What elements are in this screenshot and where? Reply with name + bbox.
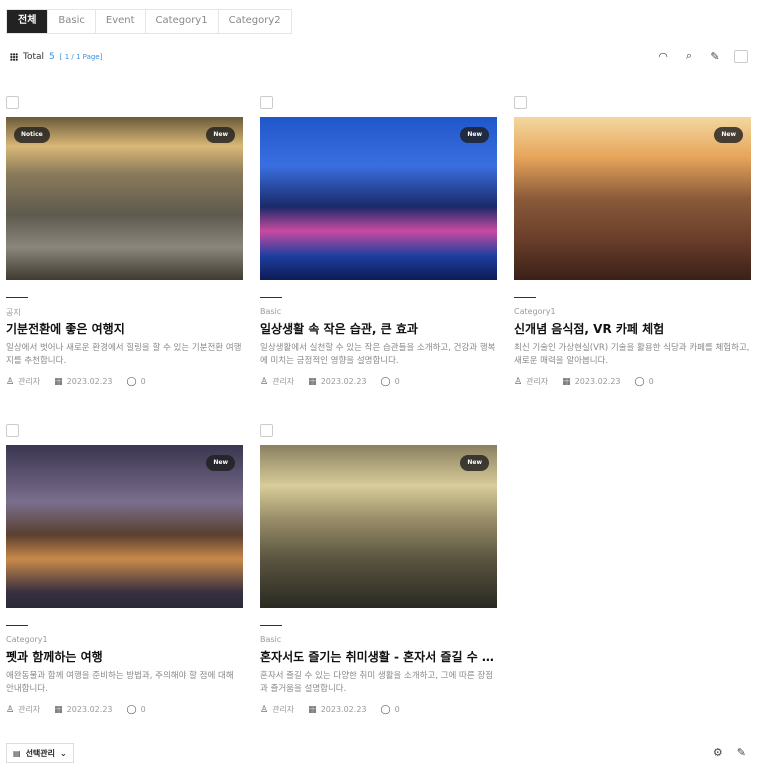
calendar-icon: ▦	[54, 376, 63, 387]
post-thumbnail[interactable]: Notice New	[6, 117, 243, 280]
post-thumbnail[interactable]: New	[6, 445, 243, 608]
post-author: 관리자	[272, 377, 295, 386]
list-icon: ▤	[13, 748, 21, 758]
select-manage-label: 선택관리	[25, 748, 56, 758]
post-meta: ♙ 관리자 ▦ 2023.02.23 ◯ 0	[260, 376, 400, 387]
tab-category2[interactable]: Category2	[217, 10, 291, 33]
post-description: 최신 기술인 가상현실(VR) 기술을 활용한 식당과 카페를 체험하고, 새로…	[514, 343, 750, 366]
user-icon: ♙	[260, 704, 269, 715]
post-date: 2023.02.23	[320, 377, 367, 386]
post-title[interactable]: 기분전환에 좋은 여행지	[6, 320, 243, 337]
write-icon[interactable]: ✎	[737, 746, 746, 759]
post-description: 일상생활에서 실천할 수 있는 작은 습관들을 소개하고, 건강과 행복에 미치…	[260, 343, 496, 366]
comment-icon: ◯	[380, 376, 391, 387]
select-all-checkbox[interactable]	[734, 49, 748, 63]
comment-icon: ◯	[634, 376, 645, 387]
post-meta: ♙ 관리자 ▦ 2023.02.23 ◯ 0	[260, 704, 400, 715]
post-thumbnail[interactable]: New	[514, 117, 751, 280]
user-icon: ♙	[260, 376, 269, 387]
post-author: 관리자	[272, 705, 295, 714]
calendar-icon: ▦	[54, 704, 63, 715]
tab-all[interactable]: 전체	[7, 10, 48, 33]
post-date: 2023.02.23	[574, 377, 621, 386]
gear-icon[interactable]: ⚙	[713, 746, 723, 759]
new-badge: New	[460, 127, 489, 143]
post-description: 혼자서 즐길 수 있는 다양한 취미 생활을 소개하고, 그에 따른 장점과 즐…	[260, 671, 494, 694]
category-tabs: 전체 Basic Event Category1 Category2	[6, 9, 292, 34]
rss-icon[interactable]: ◠	[656, 50, 670, 63]
comment-icon: ◯	[126, 376, 137, 387]
post-category: 공지	[6, 308, 21, 317]
post-date: 2023.02.23	[66, 705, 113, 714]
post-category: Category1	[514, 307, 556, 316]
post-comments: 0	[140, 705, 146, 714]
search-icon[interactable]: ⌕	[682, 49, 696, 63]
divider	[514, 297, 536, 298]
tab-basic[interactable]: Basic	[47, 10, 94, 33]
page-info: [ 1 / 1 Page]	[59, 53, 103, 61]
post-date: 2023.02.23	[320, 705, 367, 714]
post-author: 관리자	[18, 705, 41, 714]
divider	[260, 625, 282, 626]
post-category: Basic	[260, 307, 282, 316]
chevron-down-icon: ⌄	[60, 748, 67, 758]
write-icon[interactable]: ✎	[708, 50, 722, 63]
calendar-icon: ▦	[562, 376, 571, 387]
select-manage-button[interactable]: ▤ 선택관리 ⌄	[6, 743, 74, 763]
comment-icon: ◯	[126, 704, 137, 715]
user-icon: ♙	[6, 376, 15, 387]
post-checkbox[interactable]	[260, 424, 273, 437]
post-comments: 0	[394, 705, 400, 714]
post-author: 관리자	[18, 377, 41, 386]
post-title[interactable]: 펫과 함께하는 여행	[6, 648, 243, 665]
new-badge: New	[206, 127, 235, 143]
divider	[6, 625, 28, 626]
post-checkbox[interactable]	[6, 424, 19, 437]
total-count: 5	[49, 52, 55, 62]
post-comments: 0	[394, 377, 400, 386]
post-title[interactable]: 혼자서도 즐기는 취미생활 - 혼자서 즐길 수 있는 취미	[260, 648, 497, 665]
post-title[interactable]: 일상생활 속 작은 습관, 큰 효과	[260, 320, 497, 337]
notice-badge: Notice	[14, 127, 50, 143]
post-thumbnail[interactable]: New	[260, 117, 497, 280]
grid-icon	[10, 53, 18, 61]
divider	[260, 297, 282, 298]
tab-event[interactable]: Event	[94, 10, 145, 33]
divider	[6, 297, 28, 298]
new-badge: New	[206, 455, 235, 471]
post-comments: 0	[648, 377, 654, 386]
post-date: 2023.02.23	[66, 377, 113, 386]
calendar-icon: ▦	[308, 704, 317, 715]
post-meta: ♙ 관리자 ▦ 2023.02.23 ◯ 0	[6, 376, 146, 387]
comment-icon: ◯	[380, 704, 391, 715]
tab-category1[interactable]: Category1	[144, 10, 218, 33]
post-comments: 0	[140, 377, 146, 386]
post-meta: ♙ 관리자 ▦ 2023.02.23 ◯ 0	[6, 704, 146, 715]
new-badge: New	[460, 455, 489, 471]
new-badge: New	[714, 127, 743, 143]
post-category: Basic	[260, 635, 282, 644]
post-description: 일상에서 벗어나 새로운 환경에서 힐링을 할 수 있는 기분전환 여행지를 추…	[6, 343, 242, 366]
post-category: Category1	[6, 635, 48, 644]
post-count: Total 5 [ 1 / 1 Page]	[10, 52, 102, 62]
post-meta: ♙ 관리자 ▦ 2023.02.23 ◯ 0	[514, 376, 654, 387]
total-label: Total	[23, 52, 45, 62]
board-tools: ◠ ⌕ ✎	[656, 49, 748, 63]
calendar-icon: ▦	[308, 376, 317, 387]
post-title[interactable]: 신개념 음식점, VR 카페 체험	[514, 320, 751, 337]
user-icon: ♙	[514, 376, 523, 387]
user-icon: ♙	[6, 704, 15, 715]
post-description: 애완동물과 함께 여행을 준비하는 방법과, 주의해야 할 점에 대해 안내합니…	[6, 671, 234, 694]
post-checkbox[interactable]	[260, 96, 273, 109]
post-checkbox[interactable]	[6, 96, 19, 109]
post-author: 관리자	[526, 377, 549, 386]
post-thumbnail[interactable]: New	[260, 445, 497, 608]
post-checkbox[interactable]	[514, 96, 527, 109]
bottom-tools: ⚙ ✎	[713, 746, 746, 759]
